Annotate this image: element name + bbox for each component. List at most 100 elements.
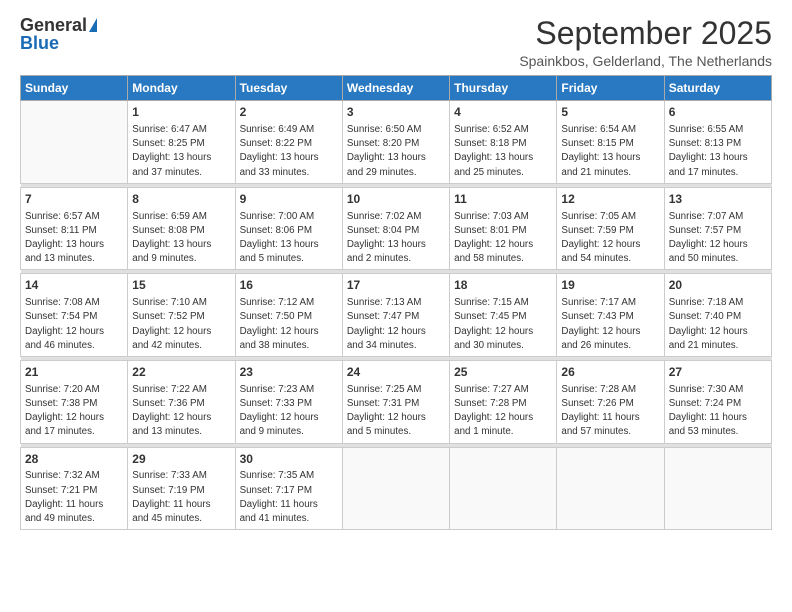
calendar-cell: 16 Sunrise: 7:12 AM Sunset: 7:50 PM Dayli… bbox=[235, 274, 342, 357]
subtitle: Spainkbos, Gelderland, The Netherlands bbox=[519, 53, 772, 69]
calendar-cell: 15 Sunrise: 7:10 AM Sunset: 7:52 PM Dayli… bbox=[128, 274, 235, 357]
date-number: 20 bbox=[669, 277, 767, 294]
cell-details: Sunrise: 6:52 AM Sunset: 8:18 PM Dayligh… bbox=[454, 123, 552, 180]
calendar-cell: 12 Sunrise: 7:05 AM Sunset: 7:59 PM Dayli… bbox=[557, 187, 664, 270]
calendar: SundayMondayTuesdayWednesdayThursdayFrid… bbox=[20, 75, 772, 530]
calendar-cell bbox=[557, 447, 664, 530]
date-number: 23 bbox=[240, 364, 338, 381]
date-number: 8 bbox=[132, 191, 230, 208]
header-day-tuesday: Tuesday bbox=[235, 76, 342, 101]
calendar-cell bbox=[450, 447, 557, 530]
cell-details: Sunrise: 7:15 AM Sunset: 7:45 PM Dayligh… bbox=[454, 296, 552, 353]
calendar-week-row: 14Sunrise: 7:08 AM Sunset: 7:54 PM Dayli… bbox=[21, 274, 772, 357]
cell-details: Sunrise: 6:54 AM Sunset: 8:15 PM Dayligh… bbox=[561, 123, 659, 180]
cell-details: Sunrise: 7:00 AM Sunset: 8:06 PM Dayligh… bbox=[240, 210, 338, 267]
date-number: 19 bbox=[561, 277, 659, 294]
date-number: 25 bbox=[454, 364, 552, 381]
calendar-week-row: 7Sunrise: 6:57 AM Sunset: 8:11 PM Daylig… bbox=[21, 187, 772, 270]
header: General Blue September 2025 Spainkbos, G… bbox=[20, 16, 772, 69]
calendar-cell bbox=[664, 447, 771, 530]
date-number: 4 bbox=[454, 104, 552, 121]
cell-details: Sunrise: 7:05 AM Sunset: 7:59 PM Dayligh… bbox=[561, 210, 659, 267]
calendar-cell: 4 Sunrise: 6:52 AM Sunset: 8:18 PM Daylig… bbox=[450, 101, 557, 184]
cell-details: Sunrise: 6:47 AM Sunset: 8:25 PM Dayligh… bbox=[132, 123, 230, 180]
cell-details: Sunrise: 6:59 AM Sunset: 8:08 PM Dayligh… bbox=[132, 210, 230, 267]
title-block: September 2025 Spainkbos, Gelderland, Th… bbox=[519, 16, 772, 69]
date-number: 5 bbox=[561, 104, 659, 121]
calendar-cell: 14Sunrise: 7:08 AM Sunset: 7:54 PM Dayli… bbox=[21, 274, 128, 357]
calendar-week-row: 28Sunrise: 7:32 AM Sunset: 7:21 PM Dayli… bbox=[21, 447, 772, 530]
cell-details: Sunrise: 7:10 AM Sunset: 7:52 PM Dayligh… bbox=[132, 296, 230, 353]
calendar-cell: 2Sunrise: 6:49 AM Sunset: 8:22 PM Daylig… bbox=[235, 101, 342, 184]
calendar-cell: 7Sunrise: 6:57 AM Sunset: 8:11 PM Daylig… bbox=[21, 187, 128, 270]
cell-details: Sunrise: 7:22 AM Sunset: 7:36 PM Dayligh… bbox=[132, 383, 230, 440]
calendar-cell: 17 Sunrise: 7:13 AM Sunset: 7:47 PM Dayli… bbox=[342, 274, 449, 357]
calendar-cell: 13 Sunrise: 7:07 AM Sunset: 7:57 PM Dayli… bbox=[664, 187, 771, 270]
calendar-cell: 20 Sunrise: 7:18 AM Sunset: 7:40 PM Dayli… bbox=[664, 274, 771, 357]
cell-details: Sunrise: 7:03 AM Sunset: 8:01 PM Dayligh… bbox=[454, 210, 552, 267]
header-day-sunday: Sunday bbox=[21, 76, 128, 101]
date-number: 16 bbox=[240, 277, 338, 294]
calendar-cell bbox=[342, 447, 449, 530]
date-number: 29 bbox=[132, 451, 230, 468]
calendar-header-row: SundayMondayTuesdayWednesdayThursdayFrid… bbox=[21, 76, 772, 101]
calendar-cell: 22 Sunrise: 7:22 AM Sunset: 7:36 PM Dayli… bbox=[128, 361, 235, 444]
date-number: 12 bbox=[561, 191, 659, 208]
date-number: 13 bbox=[669, 191, 767, 208]
cell-details: Sunrise: 7:30 AM Sunset: 7:24 PM Dayligh… bbox=[669, 383, 767, 440]
calendar-cell: 30Sunrise: 7:35 AM Sunset: 7:17 PM Dayli… bbox=[235, 447, 342, 530]
calendar-cell: 18 Sunrise: 7:15 AM Sunset: 7:45 PM Dayli… bbox=[450, 274, 557, 357]
date-number: 24 bbox=[347, 364, 445, 381]
date-number: 26 bbox=[561, 364, 659, 381]
date-number: 18 bbox=[454, 277, 552, 294]
calendar-cell: 11Sunrise: 7:03 AM Sunset: 8:01 PM Dayli… bbox=[450, 187, 557, 270]
cell-details: Sunrise: 7:18 AM Sunset: 7:40 PM Dayligh… bbox=[669, 296, 767, 353]
header-day-saturday: Saturday bbox=[664, 76, 771, 101]
calendar-cell: 26 Sunrise: 7:28 AM Sunset: 7:26 PM Dayli… bbox=[557, 361, 664, 444]
calendar-cell: 8 Sunrise: 6:59 AM Sunset: 8:08 PM Daylig… bbox=[128, 187, 235, 270]
calendar-cell: 1 Sunrise: 6:47 AM Sunset: 8:25 PM Daylig… bbox=[128, 101, 235, 184]
date-number: 22 bbox=[132, 364, 230, 381]
cell-details: Sunrise: 7:23 AM Sunset: 7:33 PM Dayligh… bbox=[240, 383, 338, 440]
date-number: 6 bbox=[669, 104, 767, 121]
cell-details: Sunrise: 6:55 AM Sunset: 8:13 PM Dayligh… bbox=[669, 123, 767, 180]
date-number: 27 bbox=[669, 364, 767, 381]
cell-details: Sunrise: 7:17 AM Sunset: 7:43 PM Dayligh… bbox=[561, 296, 659, 353]
logo-general: General bbox=[20, 16, 87, 34]
cell-details: Sunrise: 6:50 AM Sunset: 8:20 PM Dayligh… bbox=[347, 123, 445, 180]
header-day-thursday: Thursday bbox=[450, 76, 557, 101]
cell-details: Sunrise: 7:32 AM Sunset: 7:21 PM Dayligh… bbox=[25, 469, 123, 526]
date-number: 28 bbox=[25, 451, 123, 468]
calendar-cell: 5 Sunrise: 6:54 AM Sunset: 8:15 PM Daylig… bbox=[557, 101, 664, 184]
calendar-cell: 25 Sunrise: 7:27 AM Sunset: 7:28 PM Dayli… bbox=[450, 361, 557, 444]
cell-details: Sunrise: 6:49 AM Sunset: 8:22 PM Dayligh… bbox=[240, 123, 338, 180]
cell-details: Sunrise: 7:20 AM Sunset: 7:38 PM Dayligh… bbox=[25, 383, 123, 440]
header-day-monday: Monday bbox=[128, 76, 235, 101]
cell-details: Sunrise: 7:07 AM Sunset: 7:57 PM Dayligh… bbox=[669, 210, 767, 267]
date-number: 3 bbox=[347, 104, 445, 121]
calendar-cell: 29Sunrise: 7:33 AM Sunset: 7:19 PM Dayli… bbox=[128, 447, 235, 530]
page: General Blue September 2025 Spainkbos, G… bbox=[0, 0, 792, 612]
date-number: 9 bbox=[240, 191, 338, 208]
calendar-cell bbox=[21, 101, 128, 184]
date-number: 1 bbox=[132, 104, 230, 121]
calendar-cell: 6 Sunrise: 6:55 AM Sunset: 8:13 PM Daylig… bbox=[664, 101, 771, 184]
cell-details: Sunrise: 7:27 AM Sunset: 7:28 PM Dayligh… bbox=[454, 383, 552, 440]
calendar-cell: 28Sunrise: 7:32 AM Sunset: 7:21 PM Dayli… bbox=[21, 447, 128, 530]
cell-details: Sunrise: 7:12 AM Sunset: 7:50 PM Dayligh… bbox=[240, 296, 338, 353]
cell-details: Sunrise: 7:13 AM Sunset: 7:47 PM Dayligh… bbox=[347, 296, 445, 353]
logo: General Blue bbox=[20, 16, 97, 52]
date-number: 10 bbox=[347, 191, 445, 208]
cell-details: Sunrise: 7:28 AM Sunset: 7:26 PM Dayligh… bbox=[561, 383, 659, 440]
date-number: 17 bbox=[347, 277, 445, 294]
date-number: 14 bbox=[25, 277, 123, 294]
date-number: 15 bbox=[132, 277, 230, 294]
logo-blue: Blue bbox=[20, 34, 59, 52]
calendar-cell: 19 Sunrise: 7:17 AM Sunset: 7:43 PM Dayli… bbox=[557, 274, 664, 357]
logo-triangle-icon bbox=[89, 18, 97, 32]
calendar-cell: 10Sunrise: 7:02 AM Sunset: 8:04 PM Dayli… bbox=[342, 187, 449, 270]
calendar-cell: 27 Sunrise: 7:30 AM Sunset: 7:24 PM Dayli… bbox=[664, 361, 771, 444]
date-number: 21 bbox=[25, 364, 123, 381]
cell-details: Sunrise: 6:57 AM Sunset: 8:11 PM Dayligh… bbox=[25, 210, 123, 267]
header-day-friday: Friday bbox=[557, 76, 664, 101]
